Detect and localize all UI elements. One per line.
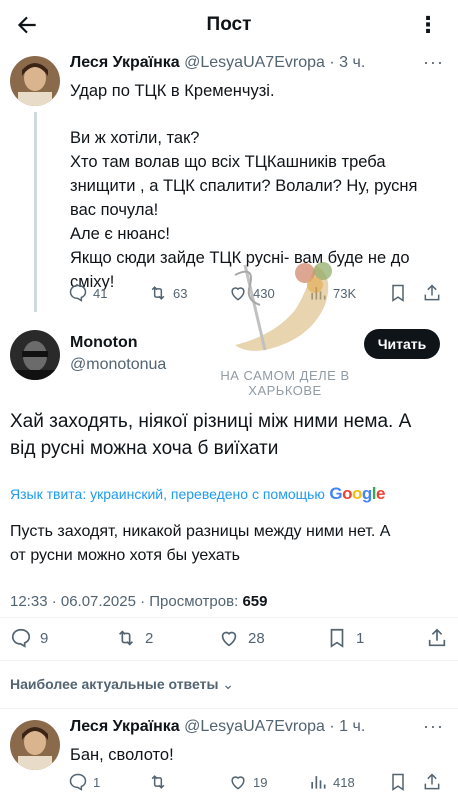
author-name[interactable]: Леся Українка xyxy=(70,718,180,735)
bookmark-button[interactable] xyxy=(388,772,422,792)
reply-icon xyxy=(69,773,87,791)
avatar[interactable] xyxy=(10,720,60,770)
reply-count: 41 xyxy=(93,285,108,301)
watermark-line1: НА САМОМ ДЕЛЕ В xyxy=(220,368,350,383)
share-icon xyxy=(428,628,446,647)
like-count: 19 xyxy=(253,774,268,790)
share-button[interactable] xyxy=(422,283,442,303)
repost-icon xyxy=(118,630,134,646)
repost-button[interactable]: 2 xyxy=(115,627,153,649)
reply-button[interactable]: 41 xyxy=(68,283,148,303)
views-button[interactable]: 418 xyxy=(308,772,388,792)
views-icon xyxy=(311,776,326,789)
repost-button[interactable] xyxy=(148,772,228,792)
translated-text: Пусть заходят, никакой разницы между ним… xyxy=(10,523,391,564)
share-button[interactable] xyxy=(422,772,442,792)
chevron-down-icon: ⌄ xyxy=(222,676,235,692)
divider xyxy=(0,617,458,618)
post-time: · 3 ч. xyxy=(329,54,366,71)
follow-button[interactable]: Читать xyxy=(364,329,440,359)
author-handle[interactable]: @monotonua xyxy=(70,356,166,374)
share-button[interactable] xyxy=(426,627,448,649)
google-logo: Google xyxy=(329,484,385,503)
like-button[interactable]: 28 xyxy=(218,627,265,649)
bookmark-icon xyxy=(392,284,404,302)
reply-button[interactable]: 1 xyxy=(68,772,148,792)
translation-note[interactable]: Язык твита: украинский, переведено с пом… xyxy=(10,484,385,504)
thread-line xyxy=(34,112,37,312)
views-count: 659 xyxy=(242,593,268,610)
share-icon xyxy=(424,284,440,301)
author-handle[interactable]: @LesyaUA7Evropa xyxy=(184,54,325,71)
divider xyxy=(0,708,458,709)
more-options-icon[interactable]: ··· xyxy=(423,716,444,737)
reply-icon xyxy=(11,628,31,648)
sort-replies-dropdown[interactable]: Наиболее актуальные ответы ⌄ xyxy=(10,676,234,693)
reply-count: 9 xyxy=(40,629,49,647)
divider xyxy=(0,660,458,661)
author-name[interactable]: Monoton xyxy=(70,334,138,352)
bookmark-count: 1 xyxy=(356,629,365,647)
reply-actions: 1 19 418 xyxy=(68,772,446,792)
avatar[interactable] xyxy=(10,56,60,106)
reply-button[interactable]: 9 xyxy=(10,627,48,649)
more-options-icon[interactable]: ··· xyxy=(423,52,444,73)
reply-icon xyxy=(69,284,87,302)
author-name[interactable]: Леся Українка xyxy=(70,54,180,71)
bookmark-icon xyxy=(330,628,344,648)
heart-icon xyxy=(221,631,237,647)
like-count: 28 xyxy=(248,629,265,647)
repost-count: 2 xyxy=(145,629,154,647)
post-meta: 12:33 · 06.07.2025 · Просмотров: 659 xyxy=(10,593,267,610)
repost-icon xyxy=(151,286,165,300)
bookmark-icon xyxy=(392,773,404,791)
avatar[interactable] xyxy=(10,330,60,380)
view-count: 418 xyxy=(333,774,355,790)
reply-text: Бан, сволото! xyxy=(70,746,174,764)
post-time: · 1 ч. xyxy=(329,718,366,735)
author-handle[interactable]: @LesyaUA7Evropa xyxy=(184,718,325,735)
more-options-icon[interactable]: ⋮ xyxy=(417,12,440,38)
like-button[interactable]: 19 xyxy=(228,772,308,792)
timestamp: 12:33 · 06.07.2025 · Просмотров: xyxy=(10,593,239,610)
watermark-logo: НА САМОМ ДЕЛЕ В ХАРЬКОВЕ xyxy=(205,255,365,398)
share-icon xyxy=(424,773,440,790)
tweet-text: Хай заходять, ніякої різниці між ними не… xyxy=(10,411,412,459)
page-title: Пост xyxy=(206,14,252,35)
top-bar: Пост ⋮ xyxy=(0,0,458,52)
bookmark-button[interactable] xyxy=(388,283,422,303)
repost-icon xyxy=(151,775,165,789)
repost-count: 63 xyxy=(173,285,188,301)
watermark-line2: ХАРЬКОВЕ xyxy=(248,383,322,398)
bookmark-button[interactable]: 1 xyxy=(326,627,364,649)
reply-count: 1 xyxy=(93,774,101,790)
heart-icon xyxy=(231,776,245,790)
